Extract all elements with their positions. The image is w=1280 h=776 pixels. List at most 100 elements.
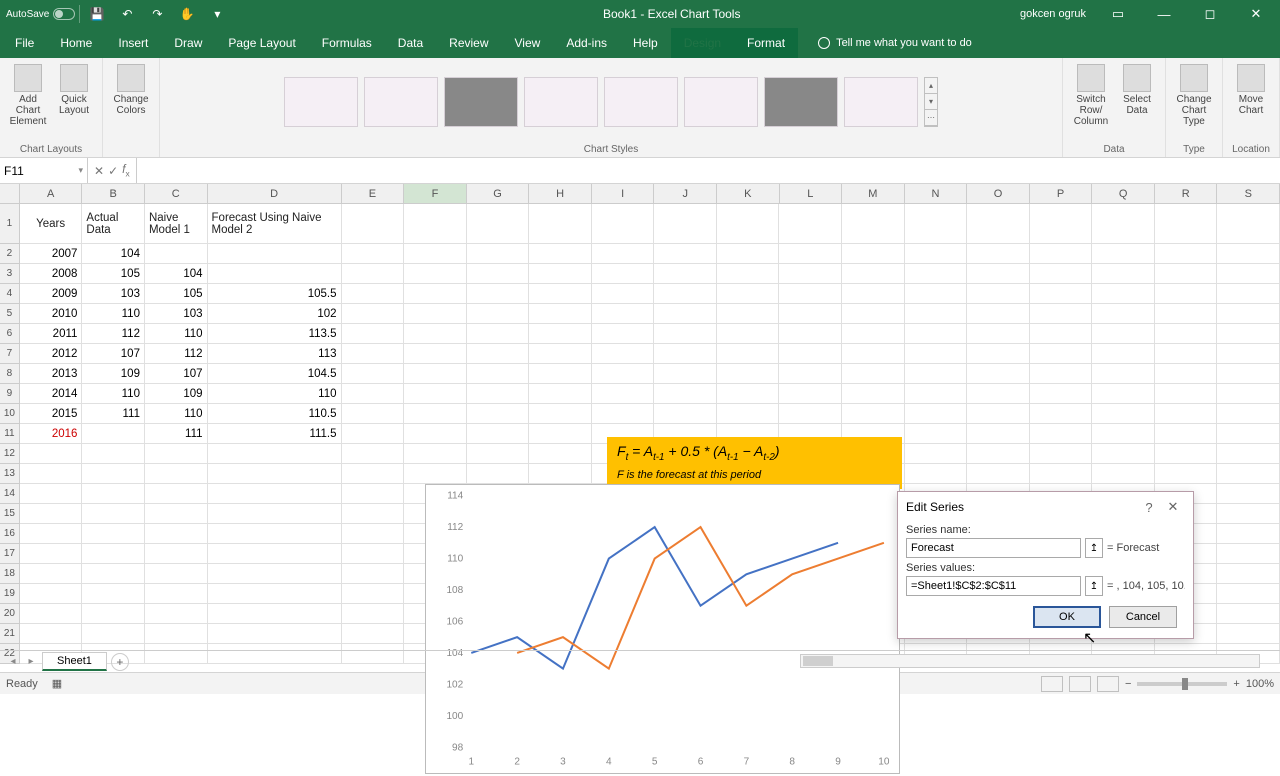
horizontal-scrollbar[interactable] (800, 654, 1260, 668)
zoom-slider[interactable] (1137, 682, 1227, 686)
cancel-formula-icon[interactable]: ✕ (94, 164, 104, 178)
macro-record-icon[interactable]: ▦ (52, 677, 62, 690)
zoom-out-button[interactable]: − (1125, 678, 1131, 690)
table-row[interactable]: 62011112110113.5 (0, 324, 1280, 344)
select-data-button[interactable]: Select Data (1115, 62, 1159, 142)
ok-button[interactable]: OK (1033, 606, 1101, 628)
tab-review[interactable]: Review (436, 28, 501, 58)
zoom-in-button[interactable]: + (1233, 678, 1239, 690)
col-header-n[interactable]: N (905, 184, 968, 203)
move-chart-button[interactable]: Move Chart (1229, 62, 1273, 142)
chart-style-gallery[interactable]: ▴▾⋯ (280, 73, 942, 131)
series-values-range-picker[interactable]: ↥ (1085, 576, 1103, 596)
col-header-l[interactable]: L (780, 184, 843, 203)
quick-layout-button[interactable]: Quick Layout (52, 62, 96, 142)
col-header-o[interactable]: O (967, 184, 1030, 203)
ribbon-options-icon[interactable]: ▭ (1098, 0, 1138, 28)
select-all-cell[interactable] (0, 184, 20, 203)
embedded-chart[interactable]: 9810010210410610811011211412345678910 (425, 484, 900, 774)
tab-nav-next[interactable]: ▸ (24, 655, 38, 669)
tab-home[interactable]: Home (47, 28, 105, 58)
table-row[interactable]: 92014110109110 (0, 384, 1280, 404)
col-header-c[interactable]: C (145, 184, 208, 203)
col-header-q[interactable]: Q (1092, 184, 1155, 203)
formula-input[interactable] (137, 158, 1280, 183)
undo-icon[interactable]: ↶ (114, 1, 140, 27)
minimize-icon[interactable]: — (1144, 0, 1184, 28)
save-icon[interactable]: 💾 (84, 1, 110, 27)
series-values-input[interactable]: =Sheet1!$C$2:$C$11 (906, 576, 1081, 596)
normal-view-button[interactable] (1041, 676, 1063, 692)
table-row[interactable]: 22007104 (0, 244, 1280, 264)
col-header-k[interactable]: K (717, 184, 780, 203)
worksheet[interactable]: A B C D E F G H I J K L M N O P Q R S 1Y… (0, 184, 1280, 650)
cancel-button[interactable]: Cancel (1109, 606, 1177, 628)
maximize-icon[interactable]: ◻ (1190, 0, 1230, 28)
col-header-i[interactable]: I (592, 184, 655, 203)
page-layout-view-button[interactable] (1069, 676, 1091, 692)
tab-draw[interactable]: Draw (161, 28, 215, 58)
tab-file[interactable]: File (2, 28, 47, 58)
table-row[interactable]: 102015111110110.5 (0, 404, 1280, 424)
autosave-toggle[interactable]: AutoSave (6, 8, 75, 20)
tab-format[interactable]: Format (734, 28, 798, 58)
enter-formula-icon[interactable]: ✓ (108, 164, 118, 178)
change-colors-button[interactable]: Change Colors (109, 62, 153, 153)
col-header-p[interactable]: P (1030, 184, 1093, 203)
tab-addins[interactable]: Add-ins (553, 28, 620, 58)
dialog-help-button[interactable]: ? (1137, 495, 1161, 519)
tab-design[interactable]: Design (671, 28, 734, 58)
chart-style-1[interactable] (284, 77, 358, 127)
col-header-a[interactable]: A (20, 184, 83, 203)
chart-style-3[interactable] (444, 77, 518, 127)
col-header-r[interactable]: R (1155, 184, 1218, 203)
fx-icon[interactable]: fx (122, 162, 130, 178)
table-row[interactable]: 1YearsActual DataNaive Model 1Forecast U… (0, 204, 1280, 244)
chart-style-8[interactable] (844, 77, 918, 127)
change-chart-type-button[interactable]: Change Chart Type (1172, 62, 1216, 142)
col-header-g[interactable]: G (467, 184, 530, 203)
table-row[interactable]: 72012107112113 (0, 344, 1280, 364)
col-header-s[interactable]: S (1217, 184, 1280, 203)
col-header-h[interactable]: H (529, 184, 592, 203)
close-icon[interactable]: ✕ (1236, 0, 1276, 28)
col-header-f[interactable]: F (404, 184, 467, 203)
tab-data[interactable]: Data (385, 28, 436, 58)
table-row[interactable]: 42009103105105.5 (0, 284, 1280, 304)
table-row[interactable]: 52010110103102 (0, 304, 1280, 324)
col-header-j[interactable]: J (654, 184, 717, 203)
new-sheet-button[interactable]: + (111, 653, 129, 671)
tab-insert[interactable]: Insert (105, 28, 161, 58)
sheet-tab-1[interactable]: Sheet1 (42, 652, 107, 671)
customize-qat-icon[interactable]: ▾ (204, 1, 230, 27)
tell-me-search[interactable]: Tell me what you want to do (818, 28, 972, 58)
name-box[interactable]: F11▾ (0, 158, 88, 183)
tab-nav-prev[interactable]: ◂ (6, 655, 20, 669)
col-header-d[interactable]: D (208, 184, 342, 203)
dialog-close-button[interactable]: ✕ (1161, 495, 1185, 519)
tab-view[interactable]: View (502, 28, 554, 58)
tab-page-layout[interactable]: Page Layout (215, 28, 308, 58)
table-row[interactable]: 82013109107104.5 (0, 364, 1280, 384)
chart-style-7[interactable] (764, 77, 838, 127)
chart-style-5[interactable] (604, 77, 678, 127)
switch-row-column-button[interactable]: Switch Row/ Column (1069, 62, 1113, 142)
zoom-level[interactable]: 100% (1246, 678, 1274, 690)
chart-style-4[interactable] (524, 77, 598, 127)
col-header-m[interactable]: M (842, 184, 905, 203)
gallery-more-button[interactable]: ▴▾⋯ (924, 77, 938, 127)
chart-style-6[interactable] (684, 77, 758, 127)
add-chart-element-button[interactable]: Add Chart Element (6, 62, 50, 142)
col-header-e[interactable]: E (342, 184, 405, 203)
column-headers[interactable]: A B C D E F G H I J K L M N O P Q R S (0, 184, 1280, 204)
tab-formulas[interactable]: Formulas (309, 28, 385, 58)
user-name[interactable]: gokcen ogruk (1020, 8, 1086, 20)
series-name-range-picker[interactable]: ↥ (1085, 538, 1103, 558)
touch-mode-icon[interactable]: ✋ (174, 1, 200, 27)
chart-style-2[interactable] (364, 77, 438, 127)
series-name-input[interactable]: Forecast (906, 538, 1081, 558)
tab-help[interactable]: Help (620, 28, 671, 58)
page-break-view-button[interactable] (1097, 676, 1119, 692)
table-row[interactable]: 32008105104 (0, 264, 1280, 284)
col-header-b[interactable]: B (82, 184, 145, 203)
